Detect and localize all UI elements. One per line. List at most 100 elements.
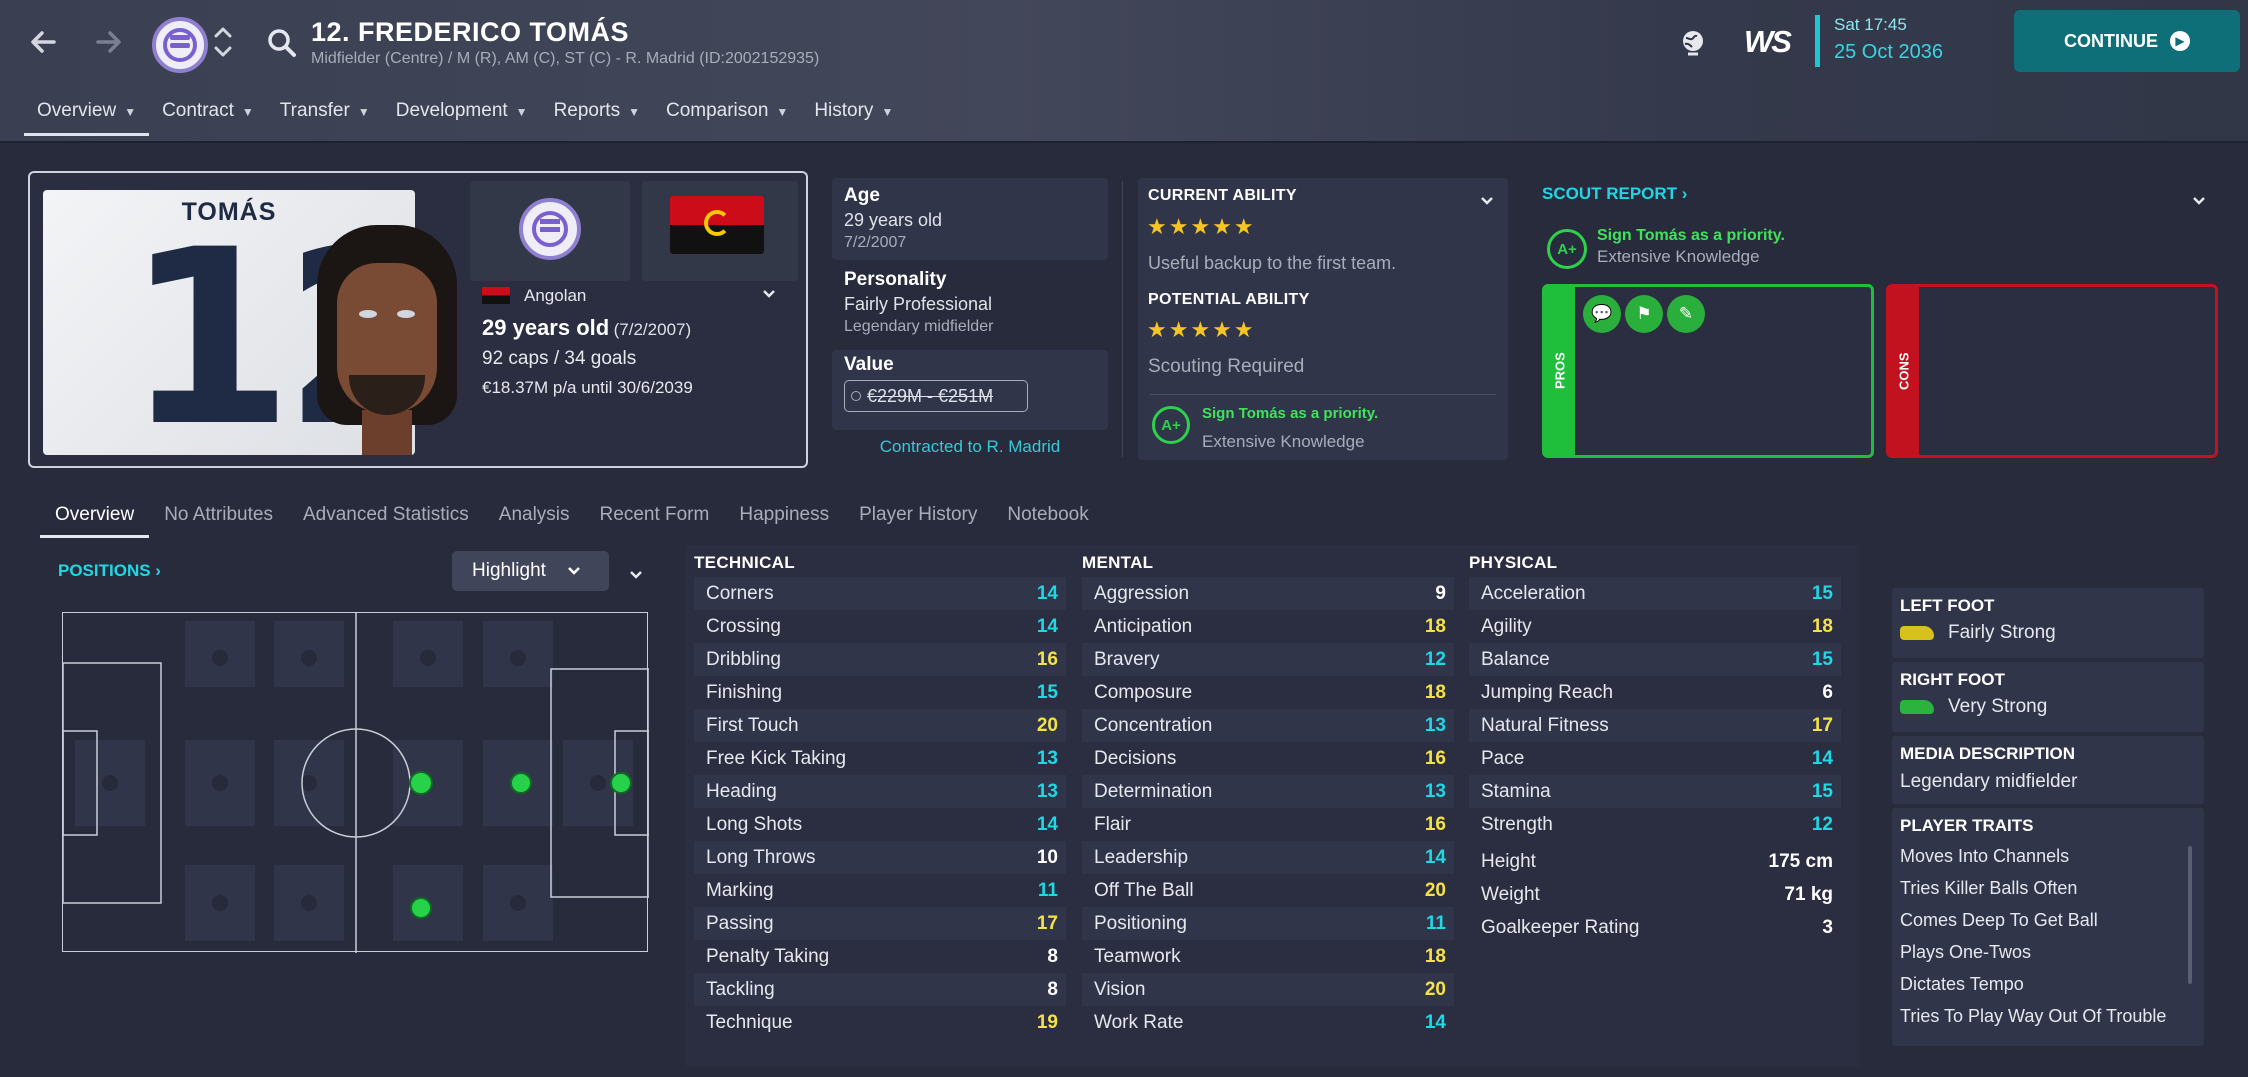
attr-name: Passing [706,912,774,934]
attr-row-dribbling[interactable]: Dribbling 16 [694,643,1066,676]
tab-overview[interactable]: Overview ▼ [24,100,150,136]
pros-label: PROS [1545,287,1575,455]
subtab-player-history[interactable]: Player History [844,492,992,538]
attr-row-long-throws[interactable]: Long Throws 10 [694,841,1066,874]
attr-row-positioning[interactable]: Positioning 11 [1082,907,1454,940]
attr-row-agility[interactable]: Agility 18 [1469,610,1841,643]
attr-row-decisions[interactable]: Decisions 16 [1082,742,1454,775]
attr-row-bravery[interactable]: Bravery 12 [1082,643,1454,676]
highlight-label: Highlight [472,560,546,581]
attr-row-vision[interactable]: Vision 20 [1082,973,1454,1006]
chevron-down-icon[interactable] [627,566,645,589]
attr-name: Vision [1094,978,1146,1000]
attr-row-pace[interactable]: Pace 14 [1469,742,1841,775]
attr-row-first-touch[interactable]: First Touch 20 [694,709,1066,742]
globe-icon[interactable] [1678,28,1708,63]
search-icon[interactable] [266,26,298,66]
info-row-goalkeeper-rating: Goalkeeper Rating 3 [1469,911,1841,944]
attr-name: Composure [1094,681,1193,703]
attr-row-acceleration[interactable]: Acceleration 15 [1469,577,1841,610]
attr-name: First Touch [706,714,799,736]
tab-reports[interactable]: Reports ▼ [541,100,653,136]
attr-row-penalty-taking[interactable]: Penalty Taking 8 [694,940,1066,973]
attr-row-off-the-ball[interactable]: Off The Ball 20 [1082,874,1454,907]
attr-row-anticipation[interactable]: Anticipation 18 [1082,610,1454,643]
tab-history[interactable]: History ▼ [801,100,906,136]
attr-name: Marking [706,879,774,901]
flag-icon[interactable]: ⚑ [1625,295,1663,333]
speech-bubble-icon[interactable]: 💬 [1583,295,1621,333]
game-date[interactable]: Sat 17:45 25 Oct 2036 [1815,15,1943,67]
tab-transfer[interactable]: Transfer ▼ [267,100,383,136]
tab-comparison[interactable]: Comparison ▼ [653,100,801,136]
age-label: Age [844,185,880,206]
attr-row-crossing[interactable]: Crossing 14 [694,610,1066,643]
attr-value: 17 [1811,714,1833,736]
attr-row-natural-fitness[interactable]: Natural Fitness 17 [1469,709,1841,742]
attr-row-flair[interactable]: Flair 16 [1082,808,1454,841]
attr-row-technique[interactable]: Technique 19 [694,1006,1066,1039]
attr-row-long-shots[interactable]: Long Shots 14 [694,808,1066,841]
chevron-down-icon[interactable] [1478,192,1496,215]
right-foot-label: RIGHT FOOT [1900,670,2005,689]
nationality[interactable]: Angolan [482,286,586,306]
attr-value: 16 [1424,747,1446,769]
attr-row-determination[interactable]: Determination 13 [1082,775,1454,808]
chevron-down-icon[interactable] [2190,192,2208,215]
attr-value: 14 [1036,582,1058,604]
attr-row-jumping-reach[interactable]: Jumping Reach 6 [1469,676,1841,709]
attr-value: 17 [1036,912,1058,934]
tab-development[interactable]: Development ▼ [383,100,541,136]
attr-row-strength[interactable]: Strength 12 [1469,808,1841,841]
current-ability-stars-icon: ★★★★★ [1147,214,1256,239]
positions-title[interactable]: POSITIONS › [58,561,161,581]
attr-row-composure[interactable]: Composure 18 [1082,676,1454,709]
value-range-pill[interactable]: €229M - €251M [844,380,1028,412]
chevron-down-icon[interactable] [760,285,778,308]
attr-row-marking[interactable]: Marking 11 [694,874,1066,907]
attr-row-teamwork[interactable]: Teamwork 18 [1082,940,1454,973]
tab-contract[interactable]: Contract ▼ [149,100,267,136]
attr-row-leadership[interactable]: Leadership 14 [1082,841,1454,874]
attr-row-tackling[interactable]: Tackling 8 [694,973,1066,1006]
attr-value: 6 [1822,681,1833,703]
attr-row-heading[interactable]: Heading 13 [694,775,1066,808]
personality-value: Fairly Professional [844,294,993,314]
player-subtitle: Midfielder (Centre) / M (R), AM (C), ST … [311,50,820,67]
scout-report-title[interactable]: SCOUT REPORT › [1542,184,1687,204]
boot-icon[interactable]: ✎ [1667,295,1705,333]
attr-row-passing[interactable]: Passing 17 [694,907,1066,940]
attr-row-corners[interactable]: Corners 14 [694,577,1066,610]
info-value: 3 [1822,916,1833,938]
attr-row-finishing[interactable]: Finishing 15 [694,676,1066,709]
chevron-right-icon: › [150,561,161,580]
attr-row-work-rate[interactable]: Work Rate 14 [1082,1006,1454,1039]
attr-value: 12 [1424,648,1446,670]
attr-row-aggression[interactable]: Aggression 9 [1082,577,1454,610]
subtab-overview[interactable]: Overview [40,492,150,538]
subtab-recent-form[interactable]: Recent Form [585,492,725,538]
continue-button[interactable]: CONTINUE ▶ [2014,10,2240,72]
attr-row-stamina[interactable]: Stamina 15 [1469,775,1841,808]
subtab-analysis[interactable]: Analysis [484,492,585,538]
subtab-notebook[interactable]: Notebook [992,492,1103,538]
back-arrow-icon[interactable] [24,22,64,69]
attr-row-free-kick-taking[interactable]: Free Kick Taking 13 [694,742,1066,775]
player-title: 12. FREDERICO TOMÁS [311,17,630,47]
attr-name: Free Kick Taking [706,747,847,769]
attr-row-concentration[interactable]: Concentration 13 [1082,709,1454,742]
attr-row-balance[interactable]: Balance 15 [1469,643,1841,676]
trait-item: Moves Into Channels [1900,846,2070,866]
subtab-happiness[interactable]: Happiness [724,492,844,538]
highlight-dropdown[interactable]: Highlight [452,551,609,591]
contract-link[interactable]: Contracted to R. Madrid [832,437,1108,457]
traits-scrollbar[interactable] [2188,846,2192,984]
scout-recommendation: Sign Tomás as a priority. [1597,227,1785,244]
subtab-advanced-statistics[interactable]: Advanced Statistics [288,492,484,538]
subtab-no-attributes[interactable]: No Attributes [149,492,288,538]
club-badge-icon[interactable] [152,17,208,73]
forward-arrow-icon[interactable] [88,22,128,69]
club-badge-box[interactable] [470,181,630,281]
player-cycle-arrows-icon[interactable] [212,22,234,69]
attr-name: Penalty Taking [706,945,830,967]
